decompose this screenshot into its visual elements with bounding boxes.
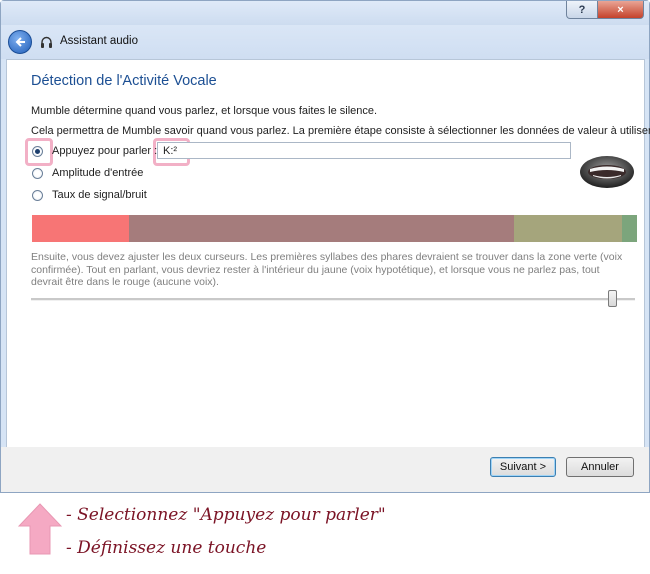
radio-push-to-talk[interactable]: Appuyez pour parler : bbox=[32, 142, 157, 160]
talking-mouth-icon bbox=[580, 156, 634, 188]
annotation-step-2: - Définissez une touche bbox=[66, 538, 267, 558]
wizard-window: ? × Assistant audio Détection de l'Activ… bbox=[0, 0, 650, 493]
page-title: Détection de l'Activité Vocale bbox=[31, 73, 217, 89]
radio-button[interactable] bbox=[32, 167, 43, 179]
headphones-icon bbox=[41, 36, 52, 48]
navigation-bar: Assistant audio bbox=[1, 25, 649, 59]
instructions-text: Ensuite, vous devez ajuster les deux cur… bbox=[31, 251, 623, 288]
meter-zone-silence bbox=[32, 215, 129, 242]
window-title: Assistant audio bbox=[60, 35, 138, 47]
wizard-footer: Suivant > Annuler bbox=[1, 447, 649, 492]
radio-button-selected[interactable] bbox=[32, 145, 43, 157]
radio-label-snr: Taux de signal/bruit bbox=[52, 189, 147, 201]
title-bar: ? × bbox=[1, 1, 649, 25]
radio-snr[interactable]: Taux de signal/bruit bbox=[32, 186, 147, 204]
next-button[interactable]: Suivant > bbox=[490, 457, 556, 477]
description-line-2: Cela permettra de Mumble savoir quand vo… bbox=[31, 125, 650, 137]
description-line-1: Mumble détermine quand vous parlez, et l… bbox=[31, 105, 378, 117]
radio-label-push-to-talk: Appuyez pour parler : bbox=[52, 145, 158, 157]
meter-zone-hypothetical bbox=[514, 215, 622, 242]
threshold-slider[interactable] bbox=[31, 290, 635, 310]
slider-thumb[interactable] bbox=[608, 290, 617, 307]
wizard-content: Détection de l'Activité Vocale Mumble dé… bbox=[6, 59, 650, 449]
meter-zone-low bbox=[129, 215, 514, 242]
help-button[interactable]: ? bbox=[566, 1, 598, 19]
voice-activity-meter bbox=[32, 215, 637, 242]
back-arrow-icon[interactable] bbox=[8, 30, 32, 54]
radio-label-amplitude: Amplitude d'entrée bbox=[52, 167, 144, 179]
cancel-button[interactable]: Annuler bbox=[566, 457, 634, 477]
up-arrow-icon bbox=[18, 503, 62, 555]
slider-track bbox=[31, 298, 635, 301]
radio-amplitude[interactable]: Amplitude d'entrée bbox=[32, 164, 143, 182]
radio-button[interactable] bbox=[32, 189, 43, 201]
close-button[interactable]: × bbox=[597, 1, 644, 19]
shortcut-key-field[interactable]: K:² bbox=[157, 142, 571, 159]
annotation-step-1: - Selectionnez "Appuyez pour parler" bbox=[66, 505, 386, 525]
meter-zone-confirmed bbox=[622, 215, 637, 242]
